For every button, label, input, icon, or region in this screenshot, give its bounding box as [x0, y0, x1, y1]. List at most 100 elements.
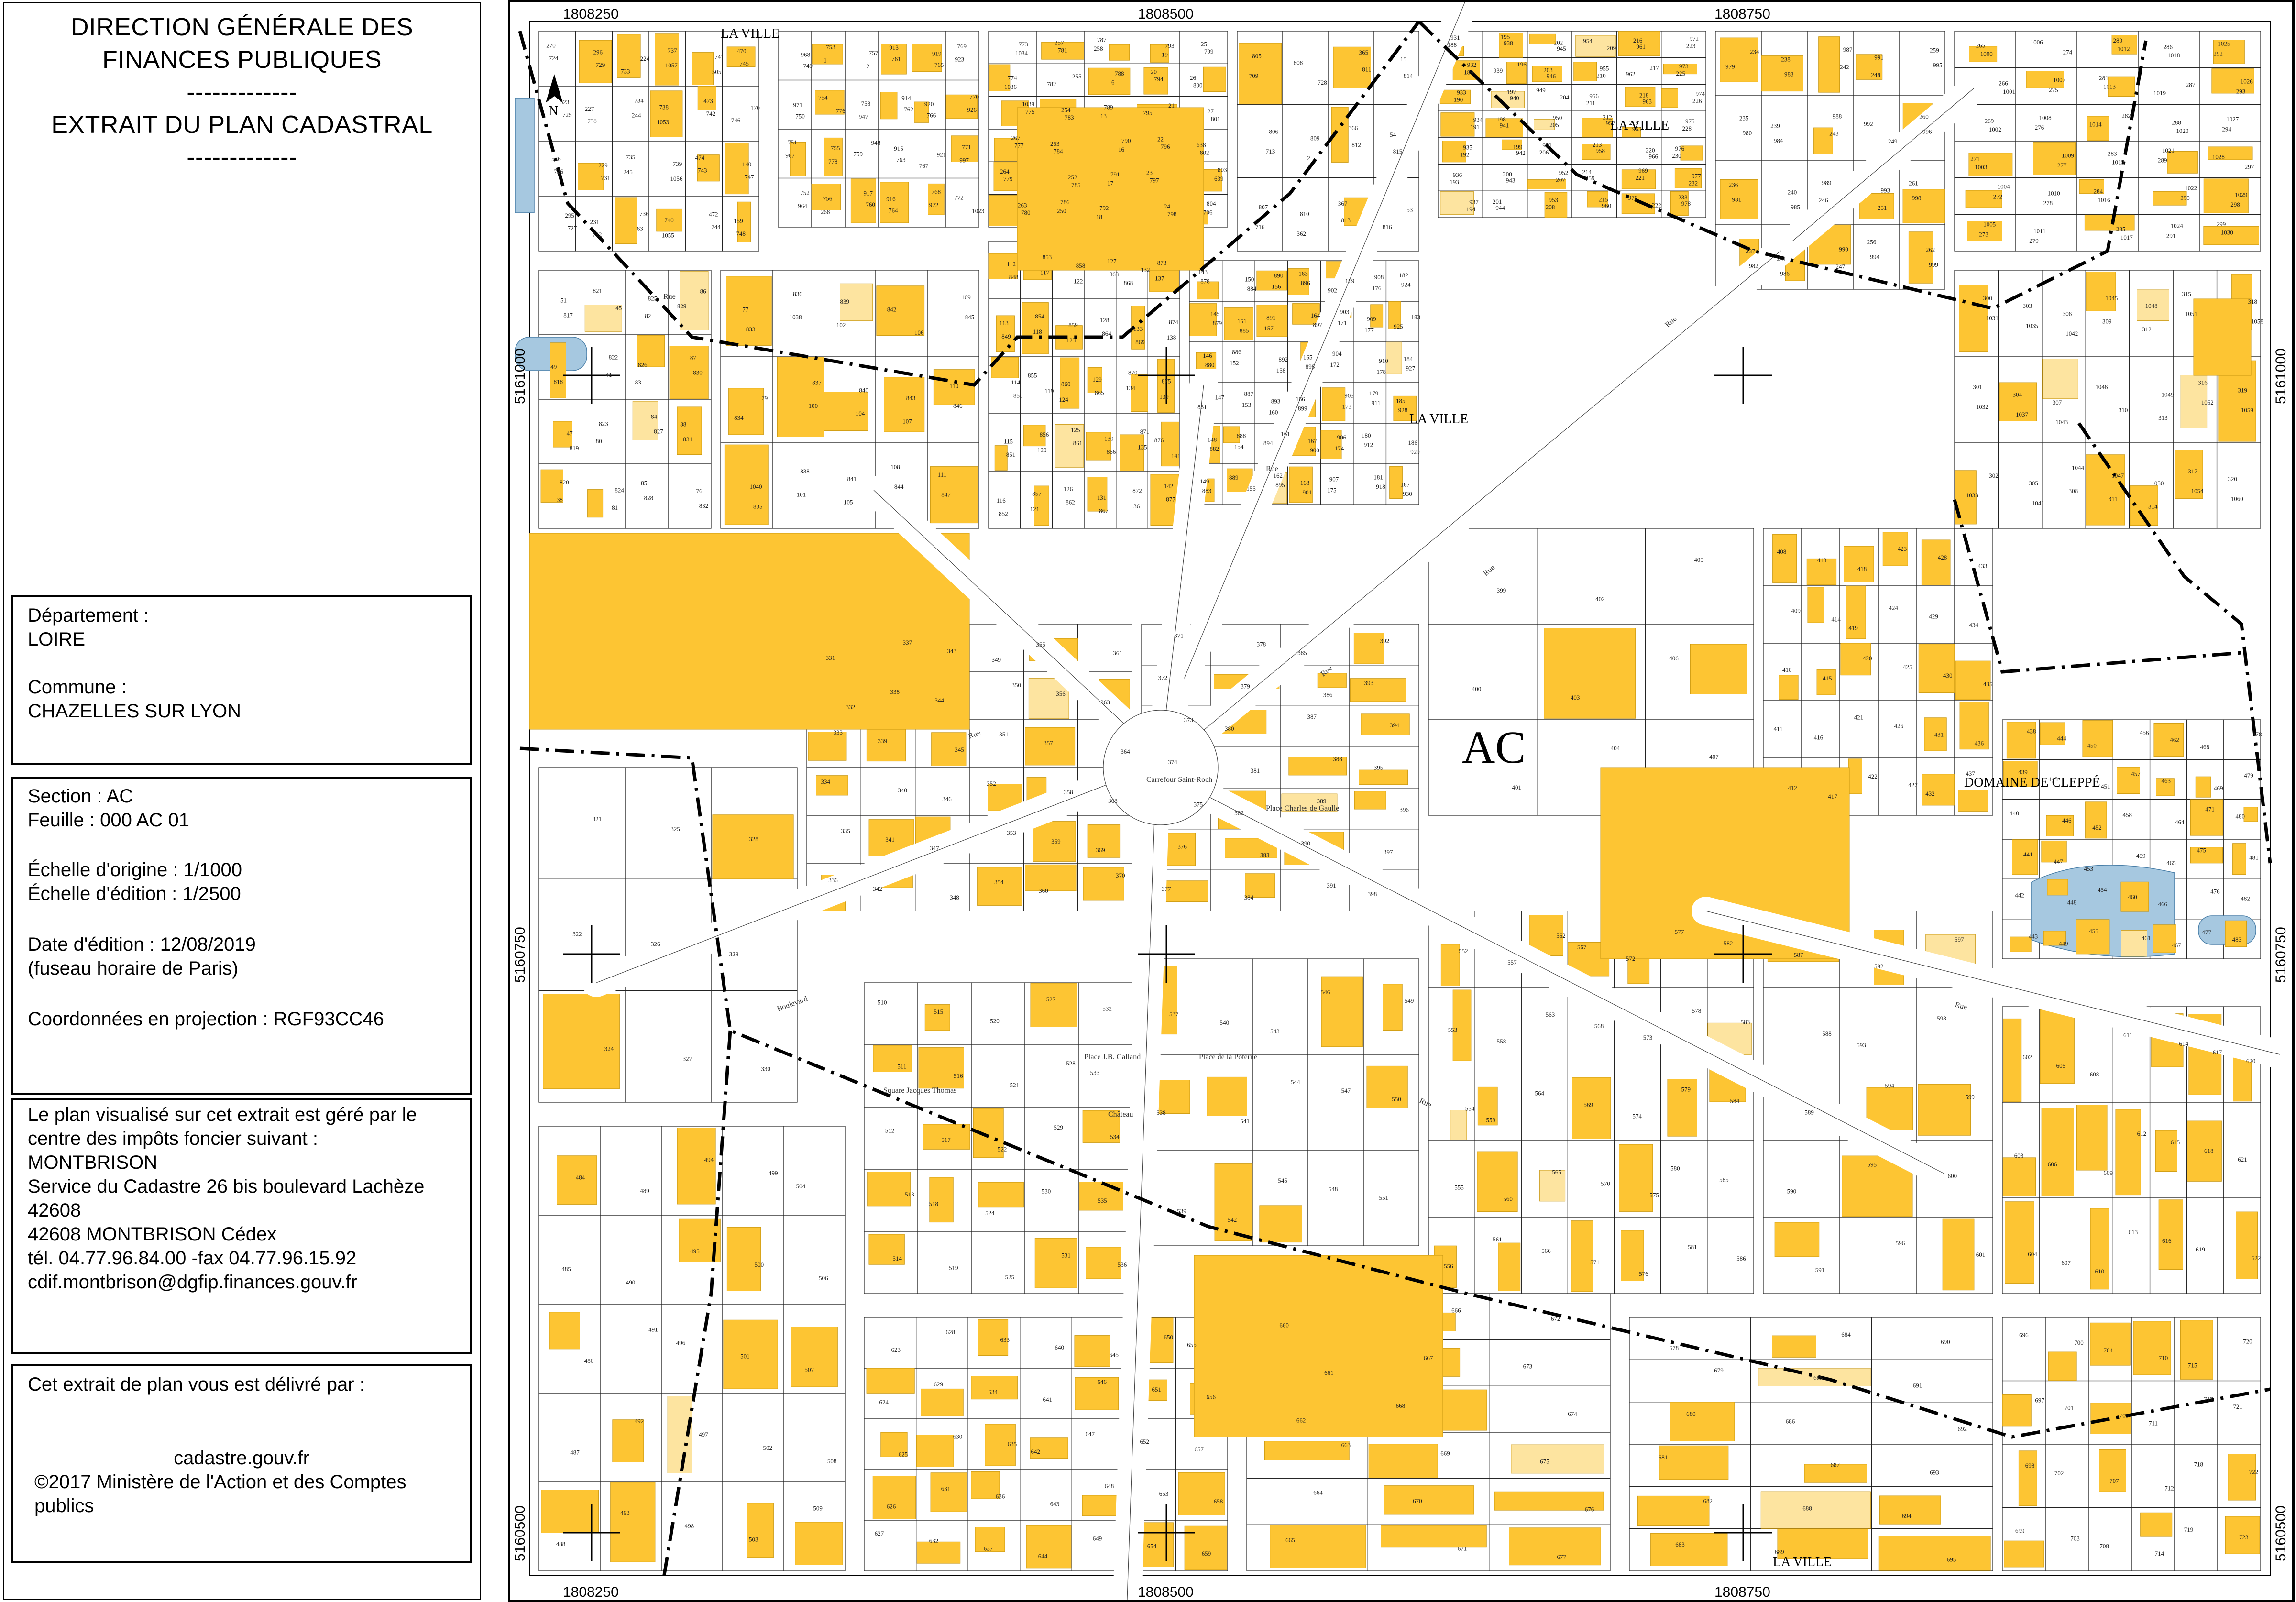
parcel-number: 997: [959, 157, 969, 164]
parcel-number: 413: [1817, 557, 1827, 564]
parcel-number: 27: [1208, 108, 1214, 115]
parcel-number: 196: [1517, 61, 1527, 68]
building: [1450, 1110, 1467, 1140]
parcel-number: 305: [2029, 480, 2038, 487]
parcel-number: 306: [2063, 310, 2072, 317]
parcel-number: 952: [1559, 169, 1569, 176]
parcel-number: 572: [1626, 955, 1636, 962]
parcel-number: 244: [632, 112, 641, 119]
parcel-number: 528: [1066, 1060, 1076, 1067]
parcel-number: 634: [989, 1388, 998, 1395]
parcel-number: 833: [746, 326, 756, 333]
building: [1086, 1247, 1121, 1279]
parcel-number: 1051: [2185, 310, 2197, 317]
parcel-number: 241: [1777, 255, 1787, 263]
parcel-number: 636: [996, 1492, 1005, 1500]
parcel-number: 838: [800, 468, 810, 475]
parcel-number: 716: [1255, 223, 1265, 230]
parcel-number: 671: [1458, 1545, 1467, 1552]
building: [2180, 1320, 2213, 1380]
parcel-number: 939: [1494, 67, 1503, 74]
parcel-number: 1013: [2103, 83, 2116, 90]
building: [2042, 359, 2078, 399]
building: [2232, 843, 2246, 875]
building: [1440, 944, 1460, 986]
parcel-number: 285: [2116, 226, 2126, 233]
parcel-number: 777: [1014, 142, 1024, 149]
parcel-number: 399: [1497, 587, 1506, 594]
building: [1440, 112, 1475, 137]
echelle-origine: Échelle d'origine : 1/1000: [28, 859, 242, 880]
parcel-number: 552: [1459, 947, 1468, 955]
map-canvas[interactable]: 1808250 1808500 18087501808250 1808500 18087…: [510, 2, 2292, 1600]
parcel-number: 667: [1424, 1354, 1433, 1361]
parcel-number: 206: [1539, 149, 1549, 156]
cadastral-map[interactable]: 1808250 1808500 1808750 1808250 1808500 18087…: [508, 0, 2295, 1602]
parcel-number: 862: [1066, 499, 1075, 506]
parcel-number: 130: [1104, 435, 1114, 442]
parcel-number: 679: [1714, 1367, 1724, 1374]
parcel-number: 140: [742, 161, 752, 168]
building: [1270, 1525, 1366, 1569]
parcel-number: 684: [1841, 1331, 1851, 1338]
parcel-number: 148: [1208, 436, 1217, 443]
parcel-number: 547: [1341, 1087, 1351, 1094]
parcel-number: 963: [1643, 98, 1652, 105]
parcel-number: 935: [1463, 143, 1472, 151]
parcel-number: 276: [2035, 124, 2044, 131]
parcel-number: 385: [1297, 649, 1307, 656]
delivery-site[interactable]: cadastre.gouv.fr: [13, 1446, 470, 1470]
parcel-number: 82: [645, 312, 651, 319]
parcel-number: 284: [2094, 188, 2103, 195]
parcel-number: 384: [1244, 894, 1254, 901]
parcel-number: 181: [1373, 473, 1383, 481]
parcel-number: 476: [2210, 888, 2220, 895]
parcel-number: 697: [2035, 1397, 2044, 1404]
parcel-number: 168: [1300, 479, 1310, 486]
parcel-number: 650: [1164, 1334, 1174, 1341]
parcel-number: 316: [2198, 379, 2208, 386]
parcel-number: 725: [562, 111, 572, 118]
parcel-number: 749: [803, 62, 813, 69]
parcel-number: 606: [2048, 1161, 2057, 1168]
service-email[interactable]: cdif.montbrison@dgfip.finances.gouv.fr: [28, 1270, 357, 1294]
parcel-number: 663: [1341, 1441, 1351, 1448]
coord-label-top: 1808250: [563, 6, 619, 22]
parcel-number: 1009: [2062, 152, 2074, 159]
parcel-number: 956: [1589, 92, 1599, 99]
parcel-number: 379: [1241, 683, 1250, 690]
parcel-number: 522: [998, 1145, 1007, 1152]
large-building: [2193, 298, 2252, 376]
parcel-number: 376: [1177, 843, 1187, 850]
parcel-number: 889: [1229, 474, 1239, 481]
parcel-number: 682: [1703, 1497, 1713, 1504]
building: [1178, 1472, 1225, 1515]
parcel-number: 21: [1168, 102, 1175, 109]
building: [692, 52, 714, 85]
parcel-number: 940: [1510, 94, 1519, 101]
building: [977, 867, 1022, 906]
parcel-number: 503: [749, 1536, 758, 1543]
parcel-number: 893: [1271, 397, 1281, 405]
parcel-number: 624: [879, 1398, 889, 1405]
parcel-number: 521: [1010, 1081, 1020, 1088]
parcel-number: 486: [584, 1357, 594, 1364]
coord-label-right: 5160500: [2273, 1505, 2289, 1561]
parcel-number: 400: [1472, 685, 1482, 692]
parcel-number: 540: [1220, 1019, 1230, 1026]
parcel-number: 608: [2090, 1071, 2099, 1078]
parcel-number: 996: [1922, 128, 1932, 135]
parcel-number: 649: [1093, 1535, 1102, 1542]
parcel-number: 925: [1394, 323, 1403, 330]
large-building: [529, 533, 970, 730]
parcel-number: 946: [1547, 73, 1556, 80]
parcel-number: 131: [1097, 494, 1107, 501]
building: [921, 1388, 964, 1416]
building: [650, 90, 683, 138]
parcel-number: 333: [834, 729, 843, 736]
parcel-number: 612: [2137, 1130, 2147, 1137]
projection-info: Coordonnées en projection : RGF93CC46: [28, 1009, 384, 1030]
parcel-number: 496: [676, 1339, 686, 1347]
parcel-number: 855: [1028, 372, 1037, 379]
parcel-number: 267: [1011, 134, 1021, 142]
